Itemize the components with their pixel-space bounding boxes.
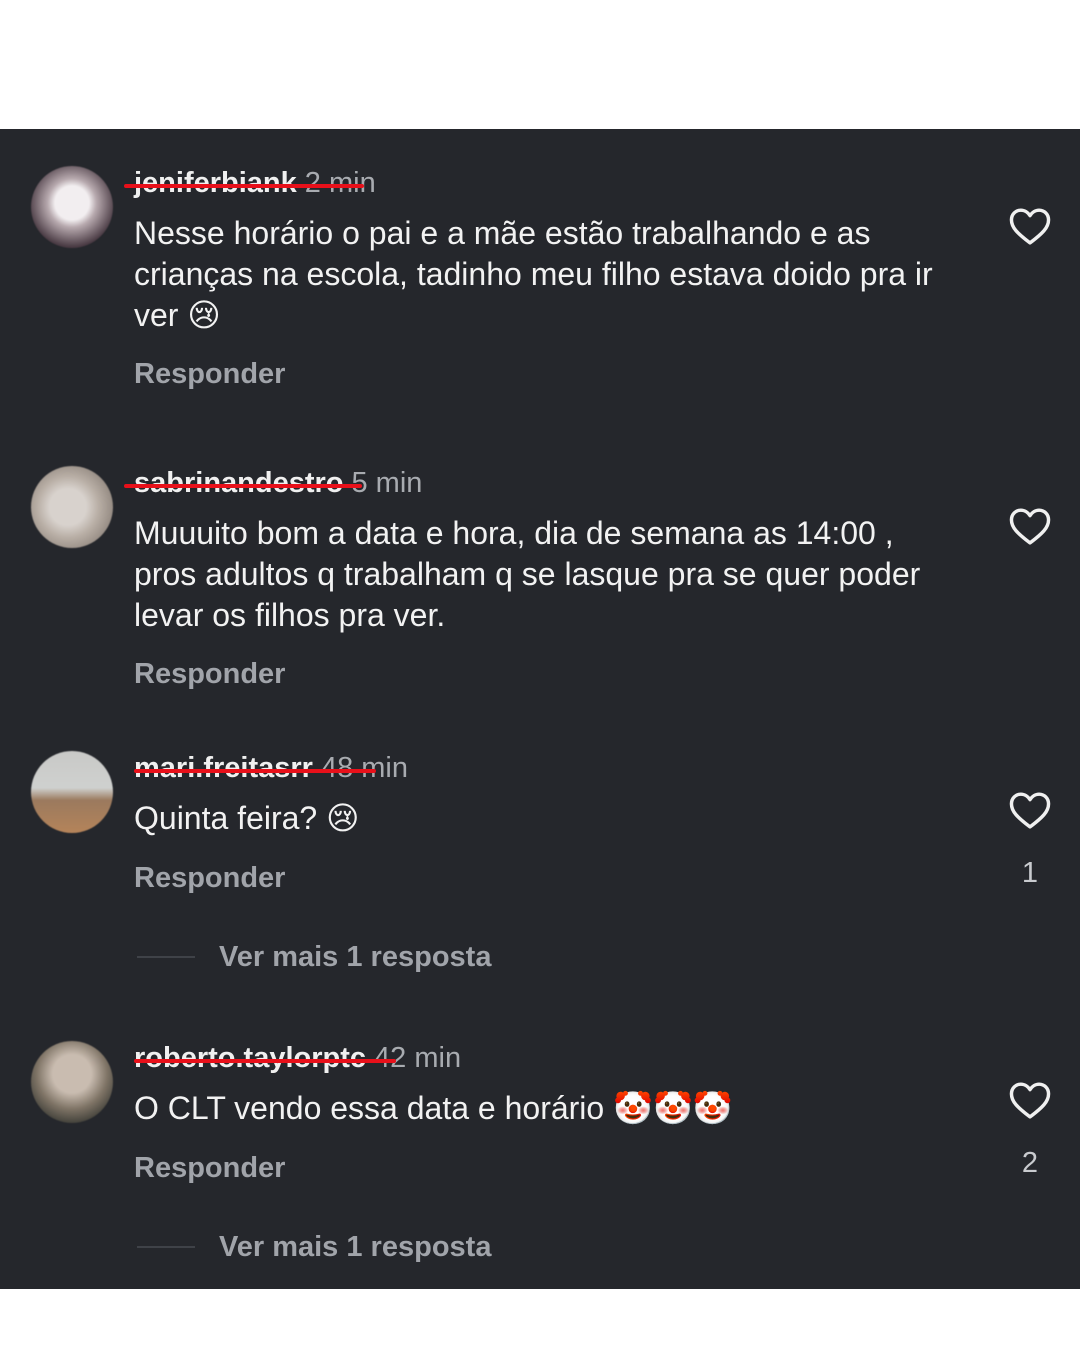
avatar[interactable] [31, 1041, 113, 1123]
view-more-divider [137, 1246, 195, 1248]
like-count: 2 [1021, 1147, 1039, 1179]
reply-button[interactable]: Responder [134, 358, 285, 391]
view-more-divider [137, 956, 195, 958]
reply-button[interactable]: Responder [134, 862, 285, 895]
comment-text: Quinta feira? 😢 [134, 799, 360, 837]
avatar[interactable] [31, 166, 113, 248]
comment-username[interactable]: roberto.taylorptc [134, 1042, 366, 1074]
redaction-strike [124, 484, 362, 488]
comment-time: 48 min [320, 752, 408, 784]
crying-emoji: 😢 [187, 296, 221, 334]
avatar[interactable] [31, 466, 113, 548]
redaction-strike [134, 1059, 396, 1063]
view-more-replies-button[interactable]: Ver mais 1 resposta [219, 1231, 491, 1264]
reply-button[interactable]: Responder [134, 1152, 285, 1185]
redaction-strike [134, 769, 376, 773]
view-more-replies-button[interactable]: Ver mais 1 resposta [219, 941, 491, 974]
comment-time: 42 min [374, 1042, 462, 1074]
crying-emoji: 😢 [326, 799, 360, 837]
comment-text: O CLT vendo essa data e horário 🤡🤡🤡 [134, 1089, 733, 1127]
comments-panel: jeniferbiank 2 min Nesse horário o pai e … [0, 129, 1080, 1289]
clown-emoji: 🤡🤡🤡 [613, 1089, 733, 1127]
comment-username[interactable]: jeniferbiank [134, 167, 297, 199]
heart-outline-icon[interactable] [1008, 790, 1052, 830]
reply-button[interactable]: Responder [134, 658, 285, 691]
comment-username[interactable]: sabrinandestro [134, 467, 344, 499]
heart-outline-icon[interactable] [1008, 506, 1052, 546]
heart-outline-icon[interactable] [1008, 1080, 1052, 1120]
comment-time: 2 min [304, 167, 376, 199]
like-count: 1 [1021, 857, 1039, 889]
comment-text: Muuuito bom a data e hora, dia de semana… [134, 515, 921, 633]
comment-username[interactable]: mari.freitasrr [134, 752, 313, 784]
heart-outline-icon[interactable] [1008, 206, 1052, 246]
comment-time: 5 min [351, 467, 423, 499]
avatar[interactable] [31, 751, 113, 833]
redaction-strike [124, 184, 364, 188]
comment-text: Nesse horário o pai e a mãe estão trabal… [134, 215, 933, 334]
